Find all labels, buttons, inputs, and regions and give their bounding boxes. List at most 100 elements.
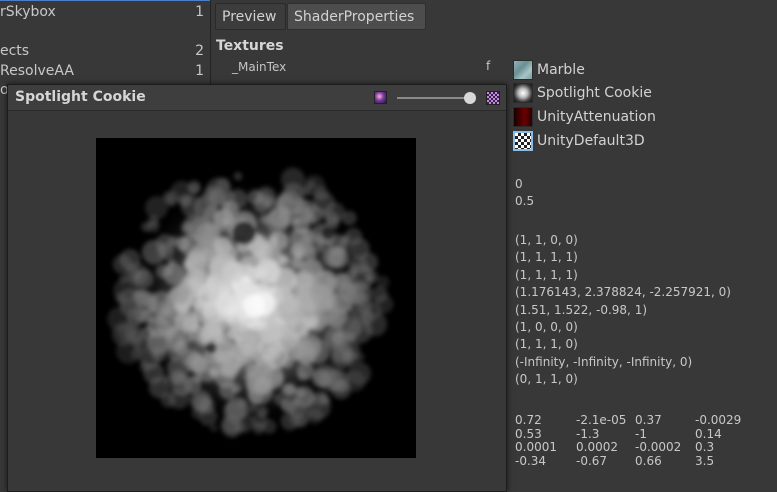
cookie-blob (250, 244, 259, 254)
matrix-cell: -1.3 (576, 426, 600, 441)
cookie-blob (237, 398, 248, 408)
small-mip-icon[interactable] (374, 91, 387, 104)
unity-editor-window: rSkybox 1 ects 2 ResolveAA 1 or Preview … (0, 0, 777, 492)
cookie-blob (327, 246, 350, 269)
cookie-blob (263, 343, 289, 369)
cookie-blob (247, 189, 263, 205)
cookie-blob (116, 338, 142, 364)
cookie-blob (200, 293, 209, 303)
cookie-blob (160, 392, 176, 408)
float-value: 0 (515, 177, 523, 191)
cookie-blob (222, 260, 245, 284)
unity-default3d-thumbnail-icon (513, 131, 533, 151)
matrix-cell: -1 (635, 426, 647, 441)
cookie-blob (233, 171, 243, 181)
main-tex-property-name: _MainTex (232, 60, 287, 74)
cookie-blob (209, 423, 218, 433)
hierarchy-item-count: 1 (195, 63, 204, 79)
cookie-blob (163, 374, 172, 384)
cookie-blob (280, 167, 305, 192)
cookie-blob (344, 283, 366, 305)
cookie-blob (183, 214, 207, 238)
vector-value: (1.176143, 2.378824, -2.257921, 0) (515, 285, 731, 300)
cookie-blob (189, 389, 213, 413)
preview-window-header[interactable]: Spotlight Cookie (8, 85, 506, 111)
matrix-cell: 0.66 (635, 453, 662, 468)
vector-value: (1.51, 1.522, -0.98, 1) (515, 302, 648, 317)
cookie-blob (295, 387, 306, 398)
matrix-cell: 0.53 (515, 426, 542, 441)
cookie-blob (147, 220, 160, 233)
cookie-blob (365, 302, 383, 320)
main-tex-property-flag: f (486, 59, 491, 73)
cookie-blob (170, 180, 194, 204)
matrix-cell: 3.5 (695, 453, 715, 468)
cookie-blob (167, 326, 179, 338)
hierarchy-item[interactable]: ects 2 (0, 41, 210, 61)
vector-value: (0, 1, 1, 0) (515, 372, 578, 387)
hierarchy-item[interactable]: ResolveAA 1 (0, 61, 210, 81)
cookie-blob (307, 180, 316, 189)
vector-value: (1, 1, 0, 0) (515, 233, 578, 247)
cookie-blob (257, 406, 268, 418)
cookie-blob (282, 383, 296, 396)
texture-name: Spotlight Cookie (537, 85, 652, 101)
hierarchy-item[interactable]: rSkybox 1 (0, 2, 210, 22)
cookie-blob (175, 236, 191, 251)
spotlight-cookie-image (96, 138, 416, 458)
cookie-blob (209, 368, 219, 378)
matrix-cell: -0.34 (515, 453, 547, 468)
cookie-blob (202, 316, 218, 331)
cookie-blob (335, 380, 349, 394)
cookie-blob (139, 361, 151, 373)
tab-preview[interactable]: Preview (215, 3, 286, 30)
cookie-blob (202, 185, 226, 209)
cookie-blob (295, 270, 311, 286)
cookie-blob (279, 255, 290, 266)
cookie-blob (221, 416, 243, 438)
matrix-cell: -2.1e-05 (576, 413, 627, 427)
cookie-blob (228, 189, 248, 209)
cookie-blob (169, 284, 190, 305)
matrix-cell: -0.0002 (635, 440, 682, 454)
cookie-blob (119, 298, 137, 316)
cookie-blob (162, 191, 173, 203)
cookie-blob (133, 269, 154, 289)
selection-highlight (0, 0, 210, 1)
cookie-hole (205, 342, 217, 354)
spotlight-cookie-thumbnail-icon (513, 83, 533, 103)
cookie-blob (281, 296, 298, 314)
texture-preview-window[interactable]: Spotlight Cookie (7, 84, 507, 492)
cookie-blob (297, 345, 317, 365)
cookie-blob (304, 213, 317, 226)
cookie-blob (309, 283, 333, 306)
preview-window-title: Spotlight Cookie (15, 89, 146, 105)
cookie-blob (184, 252, 209, 277)
cookie-blob (262, 419, 277, 434)
cookie-blob (322, 396, 331, 406)
matrix-cell: 0.0002 (576, 440, 618, 454)
cookie-blob (162, 306, 173, 317)
matrix-cell: 0.72 (515, 413, 542, 427)
cookie-blob (219, 237, 231, 248)
matrix-cell: -0.67 (576, 453, 608, 468)
cookie-blob (215, 293, 237, 316)
tab-shader-properties[interactable]: ShaderProperties (287, 3, 426, 30)
cookie-blob (268, 205, 292, 229)
spotlight-cookie-texture-preview (96, 138, 416, 458)
cookie-blob (119, 248, 141, 271)
vector-value: (1, 1, 1, 1) (515, 267, 578, 282)
mip-slider-handle[interactable] (464, 92, 476, 104)
large-mip-icon[interactable] (486, 91, 500, 105)
cookie-blob (344, 227, 363, 246)
vector-values: (1, 1, 0, 0) (1, 1, 1, 1) (1, 1, 1, 1) (… (515, 232, 731, 389)
cookie-blob (258, 384, 270, 396)
textures-section-title: Textures (216, 38, 284, 54)
cookie-blob (296, 237, 316, 256)
cookie-blob (233, 337, 259, 364)
matrix-cell: -0.0029 (695, 413, 742, 427)
cookie-blob (243, 294, 266, 318)
matrix-cell: 0.3 (695, 440, 715, 454)
float-values: 0 0.5 (515, 176, 534, 211)
mip-slider-track[interactable] (397, 97, 471, 99)
